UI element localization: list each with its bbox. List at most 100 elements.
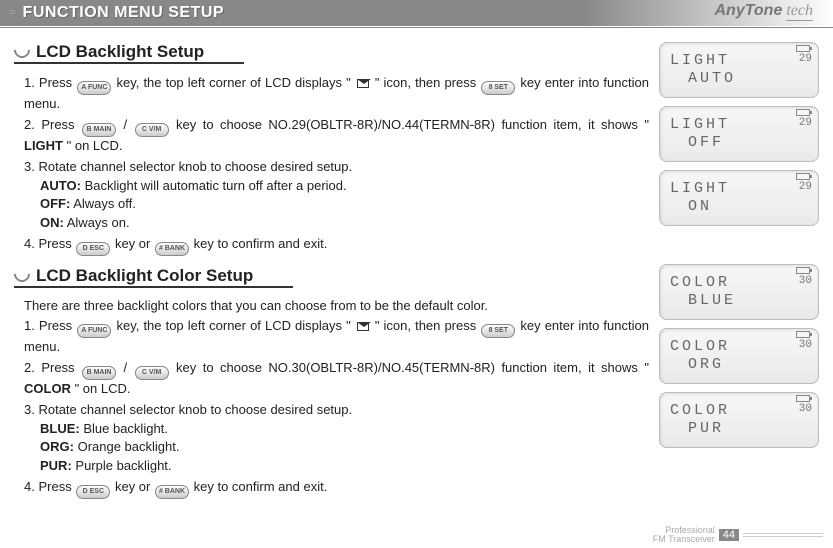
battery-icon	[796, 45, 810, 52]
key-c-vm: C V/M	[135, 123, 169, 137]
lcd-line1: LIGHT	[670, 116, 808, 134]
text: key to confirm and exit.	[194, 479, 328, 494]
key-d-esc: D ESC	[76, 485, 110, 499]
label: BLUE:	[40, 421, 80, 436]
text: Press	[38, 479, 75, 494]
header-title: FUNCTION MENU SETUP	[10, 4, 224, 22]
label: OFF:	[40, 196, 70, 211]
key-hash-bank: # BANK	[155, 485, 189, 499]
lcd-line1: LIGHT	[670, 180, 808, 198]
key-b-main: B MAIN	[82, 123, 116, 137]
text: /	[123, 360, 133, 375]
text: Purple backlight.	[75, 458, 171, 473]
lcd-line1: COLOR	[670, 274, 808, 292]
lcd-number: 29	[799, 117, 812, 129]
lcd-line2: PUR	[670, 420, 808, 438]
lcd-line1: COLOR	[670, 338, 808, 356]
lcd-line2: ORG	[670, 356, 808, 374]
text: /	[123, 117, 133, 132]
main-column: LCD Backlight Setup 1. Press A FUNC key,…	[14, 42, 649, 509]
spacer	[659, 234, 819, 256]
key-a-func: A FUNC	[77, 81, 111, 95]
battery-icon	[796, 267, 810, 274]
sub-pur: PUR: Purple backlight.	[40, 457, 649, 476]
lcd-color-blue: 30 COLOR BLUE	[659, 264, 819, 320]
sub-off: OFF: Always off.	[40, 195, 649, 214]
text: Blue backlight.	[83, 421, 168, 436]
text: Press	[38, 236, 75, 251]
s1-step3: 3. Rotate channel selector knob to choos…	[24, 158, 649, 233]
battery-icon	[796, 395, 810, 402]
text: key or	[115, 479, 154, 494]
step-number: 2.	[24, 117, 35, 132]
step-number: 3.	[24, 159, 35, 174]
text: key to choose NO.29(OBLTR-8R)/NO.44(TERM…	[176, 117, 649, 132]
key-d-esc: D ESC	[76, 242, 110, 256]
envelope-icon	[357, 322, 369, 331]
text: key, the top left corner of LCD displays…	[117, 75, 355, 90]
bold-text: COLOR	[24, 381, 71, 396]
lcd-number: 30	[799, 339, 812, 351]
footer-text: Professional FM Transceiver	[653, 526, 715, 544]
label: ORG:	[40, 439, 74, 454]
lcd-line1: LIGHT	[670, 52, 808, 70]
battery-icon	[796, 331, 810, 338]
sub-on: ON: Always on.	[40, 214, 649, 233]
s2-step4: 4. Press D ESC key or # BANK key to conf…	[24, 478, 649, 499]
text: Press	[41, 360, 81, 375]
text: key or	[115, 236, 154, 251]
page-header: FUNCTION MENU SETUP AnyTone tech	[0, 0, 833, 26]
section2-title: LCD Backlight Color Setup	[14, 266, 293, 288]
s1-step2: 2. Press B MAIN / C V/M key to choose NO…	[24, 116, 649, 156]
sub-org: ORG: Orange backlight.	[40, 438, 649, 457]
key-8-set: 8 SET	[481, 81, 515, 95]
brand-logo: AnyTone tech	[714, 2, 813, 21]
key-b-main: B MAIN	[82, 366, 116, 380]
s2-step3: 3. Rotate channel selector knob to choos…	[24, 401, 649, 476]
lcd-line2: OFF	[670, 134, 808, 152]
text: " on LCD.	[67, 138, 123, 153]
lcd-line2: AUTO	[670, 70, 808, 88]
text: Press	[39, 318, 76, 333]
bold-text: LIGHT	[24, 138, 63, 153]
brand-main: AnyTone	[714, 2, 782, 20]
text: Press	[41, 117, 81, 132]
lcd-color-pur: 30 COLOR PUR	[659, 392, 819, 448]
page-footer: Professional FM Transceiver 44	[653, 526, 823, 544]
text: " on LCD.	[75, 381, 131, 396]
section2-intro: There are three backlight colors that yo…	[24, 298, 649, 313]
lcd-color-org: 30 COLOR ORG	[659, 328, 819, 384]
text: " icon, then press	[375, 75, 480, 90]
brand-sub: tech	[786, 2, 813, 21]
sub-auto: AUTO: Backlight will automatic turn off …	[40, 177, 649, 196]
text: Backlight will automatic turn off after …	[85, 178, 347, 193]
battery-icon	[796, 173, 810, 180]
lcd-line2: BLUE	[670, 292, 808, 310]
step-number: 1.	[24, 318, 35, 333]
step-number: 4.	[24, 236, 35, 251]
text: Rotate channel selector knob to choose d…	[38, 402, 352, 417]
key-a-func: A FUNC	[77, 324, 111, 338]
lcd-column: 29 LIGHT AUTO 29 LIGHT OFF 29 LIGHT ON 3…	[659, 42, 819, 509]
text: key to confirm and exit.	[194, 236, 328, 251]
lcd-light-off: 29 LIGHT OFF	[659, 106, 819, 162]
s2-step2: 2. Press B MAIN / C V/M key to choose NO…	[24, 359, 649, 399]
lcd-number: 29	[799, 181, 812, 193]
key-8-set: 8 SET	[481, 324, 515, 338]
key-hash-bank: # BANK	[155, 242, 189, 256]
page-number: 44	[719, 529, 739, 541]
step-number: 3.	[24, 402, 35, 417]
label: ON:	[40, 215, 64, 230]
envelope-icon	[357, 79, 369, 88]
battery-icon	[796, 109, 810, 116]
page-body: LCD Backlight Setup 1. Press A FUNC key,…	[0, 28, 833, 509]
step-number: 4.	[24, 479, 35, 494]
section1-steps: 1. Press A FUNC key, the top left corner…	[24, 74, 649, 256]
lcd-number: 29	[799, 53, 812, 65]
text: key to choose NO.30(OBLTR-8R)/NO.45(TERM…	[176, 360, 649, 375]
section2-steps: 1. Press A FUNC key, the top left corner…	[24, 317, 649, 499]
step-number: 2.	[24, 360, 35, 375]
section1-title: LCD Backlight Setup	[14, 42, 244, 64]
text: key, the top left corner of LCD displays…	[117, 318, 355, 333]
label: AUTO:	[40, 178, 81, 193]
